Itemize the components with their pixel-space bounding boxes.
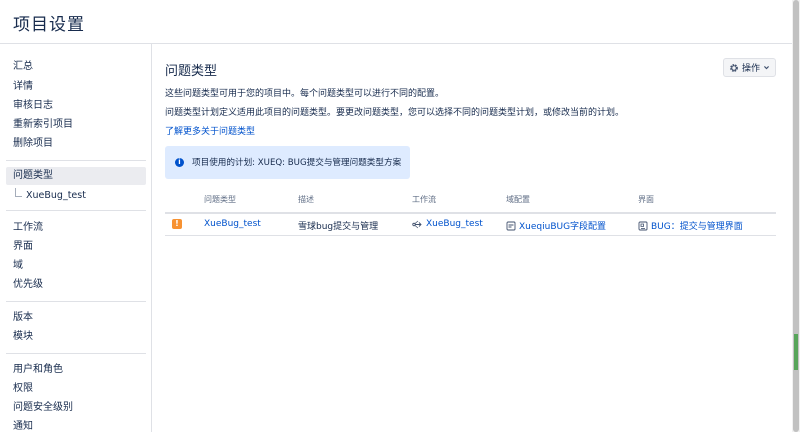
learn-more-link[interactable]: 了解更多关于问题类型 xyxy=(165,124,255,137)
sidebar-item-notifications[interactable]: 通知 xyxy=(13,419,33,435)
sidebar-item-delete-project[interactable]: 删除项目 xyxy=(13,136,53,152)
sidebar-item-details[interactable]: 详情 xyxy=(13,79,33,95)
sidebar-divider xyxy=(6,353,146,354)
sidebar-item-issue-security[interactable]: 问题安全级别 xyxy=(13,400,73,416)
issue-type-description: 雪球bug提交与管理 xyxy=(298,222,379,232)
screen-cell: BUG：提交与管理界面 xyxy=(638,219,743,232)
scheme-info-message: i 项目使用的计划: XUEQ: BUG提交与管理问题类型方案 xyxy=(165,146,410,179)
description-line-2: 问题类型计划定义适用此项目的问题类型。要更改问题类型，您可以选择不同的问题类型计… xyxy=(165,108,625,118)
sidebar-item-versions[interactable]: 版本 xyxy=(13,310,33,326)
workflow-link[interactable]: XueBug_test xyxy=(426,219,483,229)
sidebar-item-summary[interactable]: 汇总 xyxy=(13,59,33,75)
field-config-link[interactable]: XueqiuBUG字段配置 xyxy=(519,219,606,232)
sidebar: 汇总 详情 审核日志 重新索引项目 删除项目 问题类型 XueBug_test … xyxy=(0,44,152,432)
sidebar-divider xyxy=(6,301,146,302)
gear-icon xyxy=(730,63,738,72)
sidebar-item-audit-log[interactable]: 审核日志 xyxy=(13,98,53,114)
sidebar-divider xyxy=(6,210,146,211)
main-content: 问题类型 操作 这些问题类型可用于您的项目中。每个问题类型可以进行不同的配置。 … xyxy=(152,44,792,432)
column-header-screen: 界面 xyxy=(638,195,654,204)
column-header-workflow: 工作流 xyxy=(412,195,436,204)
sidebar-subitem-wrap: XueBug_test xyxy=(0,188,152,204)
scheme-info-text: 项目使用的计划: XUEQ: BUG提交与管理问题类型方案 xyxy=(192,158,402,168)
column-header-description: 描述 xyxy=(298,195,314,204)
section-title: 问题类型 xyxy=(165,64,218,79)
bug-type-icon: ! xyxy=(172,219,182,229)
field-config-icon xyxy=(506,221,516,230)
sidebar-item-reindex[interactable]: 重新索引项目 xyxy=(13,117,73,133)
field-config-cell: XueqiuBUG字段配置 xyxy=(506,219,606,232)
operations-button[interactable]: 操作 xyxy=(723,58,776,77)
chevron-down-icon xyxy=(764,66,769,70)
table-row: ! XueBug_test 雪球bug提交与管理 XueBug_test Xue… xyxy=(165,214,776,236)
scrollbar-marker xyxy=(794,334,798,370)
screen-link[interactable]: BUG：提交与管理界面 xyxy=(651,219,743,232)
issue-type-link[interactable]: XueBug_test xyxy=(204,219,261,229)
tree-connector-icon xyxy=(15,188,22,197)
sidebar-item-permissions[interactable]: 权限 xyxy=(13,381,33,397)
info-icon: i xyxy=(175,158,184,167)
page-title: 项目设置 xyxy=(13,15,85,35)
workflow-cell: XueBug_test xyxy=(412,219,483,229)
sidebar-item-workflows[interactable]: 工作流 xyxy=(13,220,43,236)
sidebar-item-xuebug-test[interactable]: XueBug_test xyxy=(26,188,86,204)
description-line-1: 这些问题类型可用于您的项目中。每个问题类型可以进行不同的配置。 xyxy=(165,89,445,99)
workflow-icon xyxy=(412,220,422,228)
sidebar-item-components[interactable]: 模块 xyxy=(13,329,33,345)
sidebar-item-issue-types[interactable]: 问题类型 xyxy=(13,168,53,184)
sidebar-divider xyxy=(6,160,146,161)
operations-label: 操作 xyxy=(741,64,760,74)
page-header: 项目设置 xyxy=(0,0,800,44)
page-scrollbar[interactable] xyxy=(792,0,800,432)
sidebar-item-users-roles[interactable]: 用户和角色 xyxy=(13,362,63,378)
sidebar-item-priorities[interactable]: 优先级 xyxy=(13,277,43,293)
column-header-issue-type: 问题类型 xyxy=(204,195,236,204)
column-header-field-config: 域配置 xyxy=(506,195,530,204)
screen-icon xyxy=(638,221,648,230)
sidebar-item-screens[interactable]: 界面 xyxy=(13,239,33,255)
sidebar-item-fields[interactable]: 域 xyxy=(13,258,23,274)
